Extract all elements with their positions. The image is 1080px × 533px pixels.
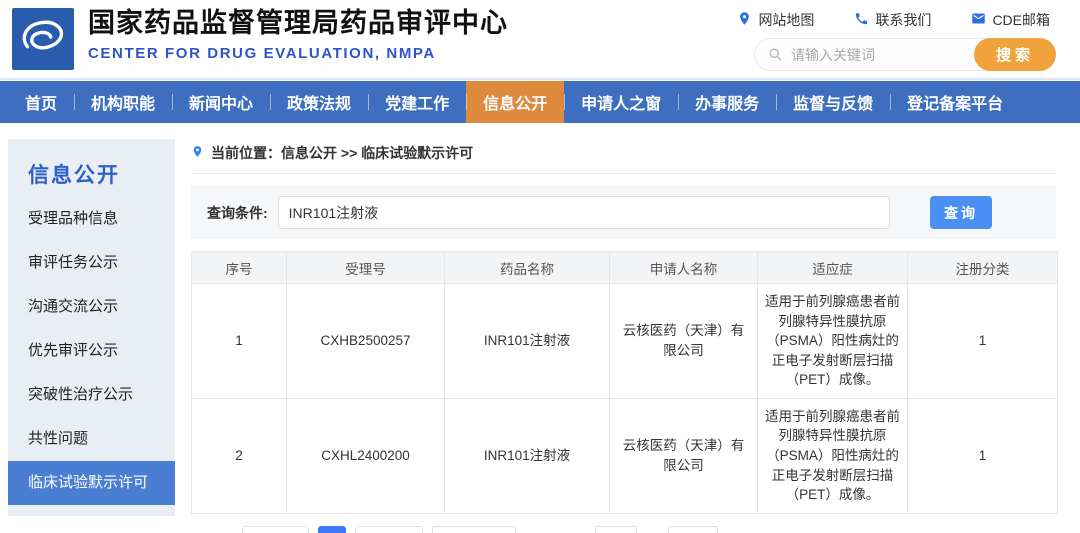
- cell-registration-class: 1: [907, 397, 1058, 514]
- col-header-seq: 序号: [191, 251, 287, 284]
- prev-page-button[interactable]: 上一页: [242, 525, 310, 533]
- table-header-row: 序号 受理号 药品名称 申请人名称 适应症 注册分类: [191, 251, 1058, 284]
- query-input[interactable]: [277, 196, 890, 229]
- breadcrumb: 当前位置：信息公开 >> 临床试验默示许可: [191, 139, 1056, 174]
- envelope-icon: [971, 11, 986, 29]
- sidebar-item-review-tasks[interactable]: 审评任务公示: [8, 241, 175, 285]
- cell-seq: 1: [191, 283, 287, 399]
- main-nav: 首页 机构职能 新闻中心 政策法规 党建工作 信息公开 申请人之窗 办事服务 监…: [0, 81, 1080, 123]
- cell-drug-name: INR101注射液: [444, 397, 610, 514]
- nav-item-policies[interactable]: 政策法规: [270, 81, 368, 123]
- nav-item-news[interactable]: 新闻中心: [172, 81, 270, 123]
- content: 信息公开 受理品种信息 审评任务公示 沟通交流公示 优先审评公示 突破性治疗公示…: [0, 123, 1080, 533]
- sidebar-item-priority-review[interactable]: 优先审评公示: [8, 329, 175, 373]
- location-pin-icon: [737, 11, 752, 29]
- col-header-drug-name: 药品名称: [444, 251, 610, 284]
- cell-applicant: 云核医药（天津）有限公司: [609, 283, 758, 399]
- cell-applicant: 云核医药（天津）有限公司: [609, 397, 758, 514]
- quick-link-sitemap[interactable]: 网站地图: [737, 10, 814, 30]
- nav-item-services[interactable]: 办事服务: [678, 81, 776, 123]
- query-button[interactable]: 查询: [930, 196, 992, 229]
- sidebar: 信息公开 受理品种信息 审评任务公示 沟通交流公示 优先审评公示 突破性治疗公示…: [8, 139, 175, 516]
- goto-page-input[interactable]: [595, 525, 638, 533]
- page: 国家药品监督管理局药品审评中心 CENTER FOR DRUG EVALUATI…: [0, 0, 1080, 533]
- cell-acceptance-no: CXHL2400200: [286, 397, 445, 514]
- site-header: 国家药品监督管理局药品审评中心 CENTER FOR DRUG EVALUATI…: [0, 0, 1080, 80]
- quick-link-label: 网站地图: [758, 12, 815, 28]
- nav-item-party[interactable]: 党建工作: [368, 81, 466, 123]
- sidebar-item-marketed-drugs[interactable]: 上市药品信息: [8, 505, 175, 516]
- table-row: 2 CXHL2400200 INR101注射液 云核医药（天津）有限公司 适用于…: [191, 397, 1058, 514]
- cell-drug-name: INR101注射液: [444, 283, 610, 399]
- search-icon: [768, 47, 783, 62]
- sidebar-item-communication[interactable]: 沟通交流公示: [8, 285, 175, 329]
- search-button[interactable]: 搜索: [974, 38, 1056, 71]
- site-search: 搜索: [754, 38, 1056, 71]
- search-input[interactable]: [783, 46, 974, 63]
- page-number-button[interactable]: 1: [318, 525, 347, 533]
- quick-link-mail[interactable]: CDE邮箱: [971, 10, 1050, 30]
- sidebar-item-accepted-varieties[interactable]: 受理品种信息: [8, 197, 175, 241]
- nav-item-registration-platform[interactable]: 登记备案平台: [890, 81, 1020, 123]
- nav-item-supervision-feedback[interactable]: 监督与反馈: [776, 81, 890, 123]
- cell-registration-class: 1: [907, 283, 1058, 399]
- next-page-button[interactable]: 下一页: [355, 525, 423, 533]
- sidebar-title: 信息公开: [28, 164, 120, 187]
- col-header-registration-class: 注册分类: [907, 251, 1058, 284]
- cde-logo[interactable]: [12, 8, 74, 70]
- col-header-acceptance-no: 受理号: [286, 251, 445, 284]
- nav-item-functions[interactable]: 机构职能: [74, 81, 172, 123]
- main-panel: 当前位置：信息公开 >> 临床试验默示许可 查询条件: 查询 序号 受理号 药品…: [191, 139, 1058, 533]
- query-panel: 查询条件: 查询: [191, 186, 1056, 239]
- sidebar-item-clinical-trial-implied-license[interactable]: 临床试验默示许可: [8, 461, 175, 505]
- pagination: 共 2 条 上一页 1 下一页 10 条/页 到第 页 确定: [191, 525, 1056, 533]
- site-subtitle: CENTER FOR DRUG EVALUATION, NMPA: [88, 45, 436, 63]
- results-table: 序号 受理号 药品名称 申请人名称 适应症 注册分类 1 CXHB2500257…: [191, 251, 1058, 514]
- site-title: 国家药品监督管理局药品审评中心: [88, 8, 508, 38]
- page-size-select[interactable]: 10 条/页: [431, 525, 517, 533]
- confirm-button[interactable]: 确定: [668, 525, 719, 533]
- header-quick-links: 网站地图 联系我们 CDE邮箱: [737, 10, 1050, 30]
- breadcrumb-text: 当前位置：信息公开 >> 临床试验默示许可: [211, 145, 474, 161]
- nav-item-applicant-window[interactable]: 申请人之窗: [564, 81, 678, 123]
- cell-seq: 2: [191, 397, 287, 514]
- quick-link-contact[interactable]: 联系我们: [854, 10, 931, 30]
- quick-link-label: 联系我们: [875, 12, 932, 28]
- cell-acceptance-no: CXHB2500257: [286, 283, 445, 399]
- cde-logo-swirl-icon: [12, 8, 74, 70]
- sidebar-item-common-issues[interactable]: 共性问题: [8, 417, 175, 461]
- phone-icon: [854, 11, 869, 29]
- cell-indication: 适用于前列腺癌患者前列腺特异性膜抗原（PSMA）阳性病灶的正电子发射断层扫描（P…: [757, 283, 908, 399]
- location-pin-icon: [191, 144, 204, 162]
- sidebar-item-breakthrough-therapy[interactable]: 突破性治疗公示: [8, 373, 175, 417]
- nav-item-info-disclosure[interactable]: 信息公开: [466, 81, 565, 123]
- query-label: 查询条件:: [207, 204, 268, 221]
- table-row: 1 CXHB2500257 INR101注射液 云核医药（天津）有限公司 适用于…: [191, 283, 1058, 399]
- col-header-applicant: 申请人名称: [609, 251, 758, 284]
- site-title-block: 国家药品监督管理局药品审评中心 CENTER FOR DRUG EVALUATI…: [88, 7, 508, 62]
- cell-indication: 适用于前列腺癌患者前列腺特异性膜抗原（PSMA）阳性病灶的正电子发射断层扫描（P…: [757, 397, 908, 514]
- col-header-indication: 适应症: [757, 251, 908, 284]
- quick-link-label: CDE邮箱: [992, 12, 1050, 28]
- nav-item-home[interactable]: 首页: [8, 81, 74, 123]
